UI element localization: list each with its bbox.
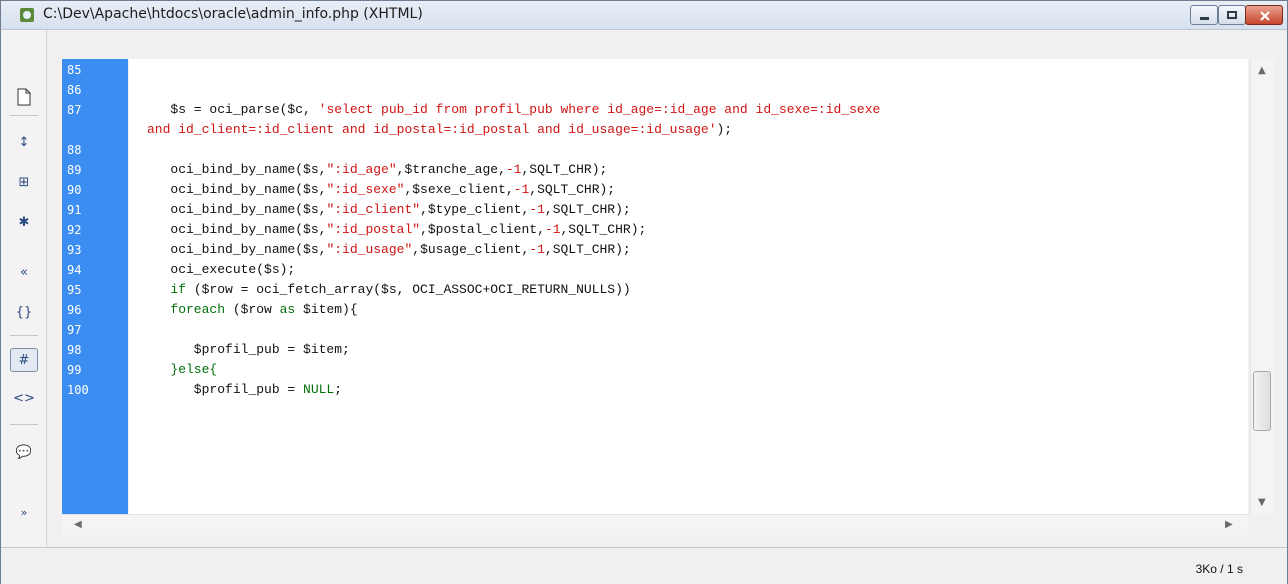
- code-line: oci_bind_by_name($s,":id_age",$tranche_a…: [147, 162, 608, 177]
- toolbar-separator: [10, 335, 38, 336]
- code-line: oci_bind_by_name($s,":id_usage",$usage_c…: [147, 242, 631, 257]
- new-doc-icon[interactable]: [10, 85, 38, 109]
- maximize-icon: [1227, 11, 1237, 19]
- code-line: foreach ($row as $item){: [170, 302, 358, 317]
- vertical-scroll-thumb[interactable]: [1253, 371, 1271, 431]
- code-line: }else{: [170, 362, 218, 377]
- collapse-icon[interactable]: ↕: [10, 130, 38, 154]
- code-line: and id_client=:id_client and id_postal=:…: [147, 122, 733, 137]
- line-numbers-icon[interactable]: #: [10, 348, 38, 372]
- line-number: 85: [67, 63, 82, 77]
- scroll-down-icon[interactable]: ▼: [1258, 497, 1266, 508]
- editor-window: C:\Dev\Apache\htdocs\oracle\admin_info.p…: [0, 0, 1288, 584]
- coding-toolbar: ↕ ⊞ ✱ « {} # <> 💬 »: [2, 30, 47, 562]
- code-line: $profil_pub = $item;: [147, 342, 350, 357]
- line-number: 93: [67, 243, 82, 257]
- line-number: 89: [67, 163, 82, 177]
- scroll-right-icon[interactable]: ▶: [1225, 519, 1233, 530]
- code-line: oci_bind_by_name($s,":id_client",$type_c…: [147, 202, 631, 217]
- scroll-up-icon[interactable]: ▲: [1258, 65, 1266, 76]
- horizontal-scrollbar[interactable]: ◀ ▶: [62, 514, 1248, 535]
- toolbar-separator: [10, 115, 38, 116]
- comment-icon[interactable]: 💬: [10, 440, 38, 464]
- code-line: $s = oci_parse($c, 'select pub_id from p…: [147, 102, 881, 117]
- collapse-all-icon[interactable]: ✱: [10, 210, 38, 234]
- line-number: 96: [67, 303, 82, 317]
- minimize-button[interactable]: [1190, 5, 1218, 25]
- maximize-button[interactable]: [1218, 5, 1246, 25]
- close-button[interactable]: [1245, 5, 1283, 25]
- title-bar[interactable]: C:\Dev\Apache\htdocs\oracle\admin_info.p…: [1, 1, 1287, 30]
- code-line: $profil_pub = NULL;: [147, 382, 343, 397]
- line-number: 98: [67, 343, 82, 357]
- expand-icon[interactable]: ⊞: [10, 170, 38, 194]
- line-number: 88: [67, 143, 82, 157]
- line-number: 86: [67, 83, 82, 97]
- line-number: 94: [67, 263, 82, 277]
- validate-icon[interactable]: <>: [10, 386, 38, 410]
- download-size-status: 3Ko / 1 s: [1195, 562, 1243, 576]
- close-icon: [1260, 11, 1270, 21]
- code-line: oci_bind_by_name($s,":id_sexe",$sexe_cli…: [147, 182, 616, 197]
- toolbar-separator: [10, 424, 38, 425]
- minimize-icon: [1200, 17, 1209, 20]
- scroll-left-icon[interactable]: ◀: [74, 519, 82, 530]
- line-number: 87: [67, 103, 82, 117]
- vertical-scrollbar[interactable]: ▲ ▼: [1250, 59, 1275, 514]
- line-number: 92: [67, 223, 82, 237]
- braces-icon[interactable]: {}: [10, 300, 38, 324]
- line-number: 90: [67, 183, 82, 197]
- line-number: 99: [67, 363, 82, 377]
- line-number: 97: [67, 323, 82, 337]
- line-number: 91: [67, 203, 82, 217]
- line-number: 100: [67, 383, 89, 397]
- window-title: C:\Dev\Apache\htdocs\oracle\admin_info.p…: [43, 6, 423, 22]
- code-line: oci_bind_by_name($s,":id_postal",$postal…: [147, 222, 647, 237]
- status-bar: 3Ko / 1 s: [1, 547, 1287, 584]
- select-tag-icon[interactable]: «: [10, 260, 38, 284]
- code-line: oci_execute($s);: [147, 262, 296, 277]
- more-icon[interactable]: »: [10, 500, 38, 524]
- line-number: 95: [67, 283, 82, 297]
- code-line: if ($row = oci_fetch_array($s, OCI_ASSOC…: [170, 282, 631, 297]
- dreamweaver-file-icon: [20, 8, 34, 22]
